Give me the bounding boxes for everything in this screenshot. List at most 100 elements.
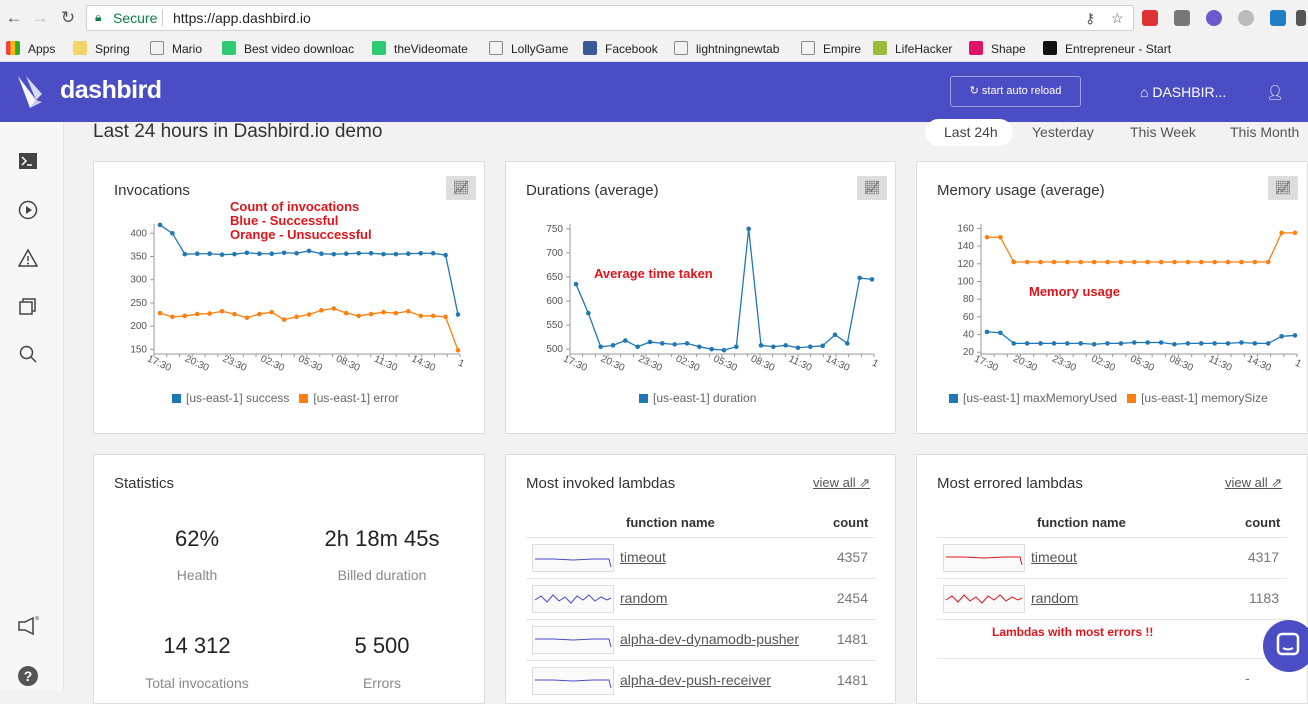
data-point[interactable] — [393, 251, 399, 257]
data-point[interactable] — [430, 313, 436, 319]
user-icon[interactable]: 👤︎ — [1266, 84, 1284, 101]
data-point[interactable] — [356, 313, 361, 319]
data-point[interactable] — [1091, 341, 1097, 347]
data-point[interactable] — [368, 250, 374, 256]
data-point[interactable] — [573, 281, 579, 287]
data-point[interactable] — [182, 251, 188, 257]
play-circle-icon[interactable] — [17, 200, 39, 222]
data-point[interactable] — [1239, 340, 1244, 345]
data-point[interactable] — [170, 314, 175, 320]
data-point[interactable] — [157, 310, 163, 316]
dashbird-logo[interactable]: dashbird — [16, 72, 162, 112]
data-point[interactable] — [207, 251, 212, 257]
bookmark-item[interactable]: Facebook — [583, 39, 658, 59]
data-point[interactable] — [281, 250, 287, 256]
data-point[interactable] — [1225, 259, 1231, 265]
extension-icon[interactable] — [1174, 10, 1190, 26]
data-point[interactable] — [343, 310, 349, 316]
data-point[interactable] — [219, 252, 225, 257]
bookmark-apps[interactable]: Apps — [6, 39, 55, 59]
data-point[interactable] — [1198, 259, 1204, 265]
data-point[interactable] — [832, 332, 838, 338]
data-point[interactable] — [1252, 259, 1258, 265]
data-point[interactable] — [697, 344, 702, 350]
search-icon[interactable] — [17, 344, 39, 366]
data-point[interactable] — [269, 251, 275, 257]
bookmark-item[interactable]: Best video downloac — [222, 39, 354, 59]
data-point[interactable] — [1118, 259, 1124, 265]
data-point[interactable] — [194, 251, 200, 257]
data-point[interactable] — [1185, 259, 1191, 265]
data-point[interactable] — [269, 309, 275, 315]
extension-icon[interactable] — [1206, 10, 1222, 26]
data-point[interactable] — [1292, 333, 1298, 338]
data-point[interactable] — [721, 347, 727, 353]
data-point[interactable] — [869, 277, 875, 282]
table-row[interactable]: random 1183 — [937, 578, 1287, 618]
data-point[interactable] — [1292, 230, 1298, 236]
extension-icon[interactable] — [1142, 10, 1158, 26]
data-point[interactable] — [281, 317, 287, 322]
data-point[interactable] — [1011, 341, 1017, 346]
data-point[interactable] — [381, 309, 386, 315]
help-icon[interactable]: ? — [18, 666, 38, 686]
data-point[interactable] — [684, 341, 690, 346]
data-point[interactable] — [984, 329, 990, 335]
reload-page-icon[interactable]: ↻ — [58, 8, 78, 28]
data-point[interactable] — [244, 250, 250, 256]
data-point[interactable] — [1239, 259, 1244, 265]
data-point[interactable] — [331, 306, 337, 311]
table-row[interactable]: alpha-dev-dynamodb-pusher 1481 — [526, 619, 876, 659]
data-point[interactable] — [1265, 341, 1271, 346]
data-point[interactable] — [1252, 341, 1258, 346]
chat-widget-button[interactable] — [1263, 620, 1308, 672]
data-point[interactable] — [998, 330, 1003, 336]
data-point[interactable] — [758, 343, 764, 348]
star-icon[interactable]: ☆ — [1111, 10, 1124, 27]
data-point[interactable] — [319, 308, 324, 313]
data-point[interactable] — [1024, 259, 1030, 265]
data-point[interactable] — [232, 311, 237, 317]
data-point[interactable] — [1105, 259, 1110, 265]
bookmark-item[interactable]: LollyGame — [489, 39, 568, 59]
data-point[interactable] — [1212, 341, 1217, 346]
data-point[interactable] — [808, 344, 813, 350]
data-point[interactable] — [294, 314, 299, 320]
data-point[interactable] — [795, 345, 801, 351]
data-point[interactable] — [709, 346, 714, 352]
data-point[interactable] — [194, 311, 200, 317]
bookmark-item[interactable]: Empire — [801, 39, 861, 59]
data-point[interactable] — [672, 342, 677, 347]
table-row[interactable]: random 2454 — [526, 578, 876, 618]
bookmark-item[interactable]: Entrepreneur - Start — [1043, 39, 1171, 59]
data-point[interactable] — [1185, 341, 1191, 346]
data-point[interactable] — [331, 251, 337, 257]
bookmark-item[interactable]: LifeHacker — [873, 39, 952, 59]
data-point[interactable] — [393, 310, 399, 316]
data-point[interactable] — [1212, 259, 1217, 265]
data-point[interactable] — [368, 311, 374, 317]
data-point[interactable] — [1172, 259, 1177, 265]
data-point[interactable] — [356, 250, 361, 256]
data-point[interactable] — [1225, 341, 1231, 346]
data-point[interactable] — [845, 341, 850, 346]
range-this-week[interactable]: This Week — [1130, 124, 1196, 140]
data-point[interactable] — [182, 313, 188, 319]
table-row[interactable]: alpha-dev-push-receiver 1481 — [526, 660, 876, 700]
data-point[interactable] — [443, 252, 448, 258]
view-all-link[interactable]: view all ⇗ — [1225, 475, 1282, 491]
data-point[interactable] — [1198, 341, 1204, 346]
data-point[interactable] — [1158, 259, 1164, 265]
data-point[interactable] — [1051, 341, 1057, 346]
bookmark-item[interactable]: Mario — [150, 39, 202, 59]
data-point[interactable] — [857, 275, 862, 281]
data-point[interactable] — [406, 251, 411, 257]
address-bar[interactable]: 🔒︎ Secure https://app.dashbird.io ⚷ ☆ — [86, 5, 1134, 31]
table-row[interactable]: timeout 4317 — [937, 537, 1287, 577]
data-point[interactable] — [1105, 341, 1110, 346]
range-yesterday[interactable]: Yesterday — [1032, 124, 1094, 140]
data-point[interactable] — [294, 250, 299, 256]
extension-icon[interactable] — [1296, 10, 1306, 26]
data-point[interactable] — [1145, 340, 1150, 345]
data-point[interactable] — [343, 251, 349, 257]
